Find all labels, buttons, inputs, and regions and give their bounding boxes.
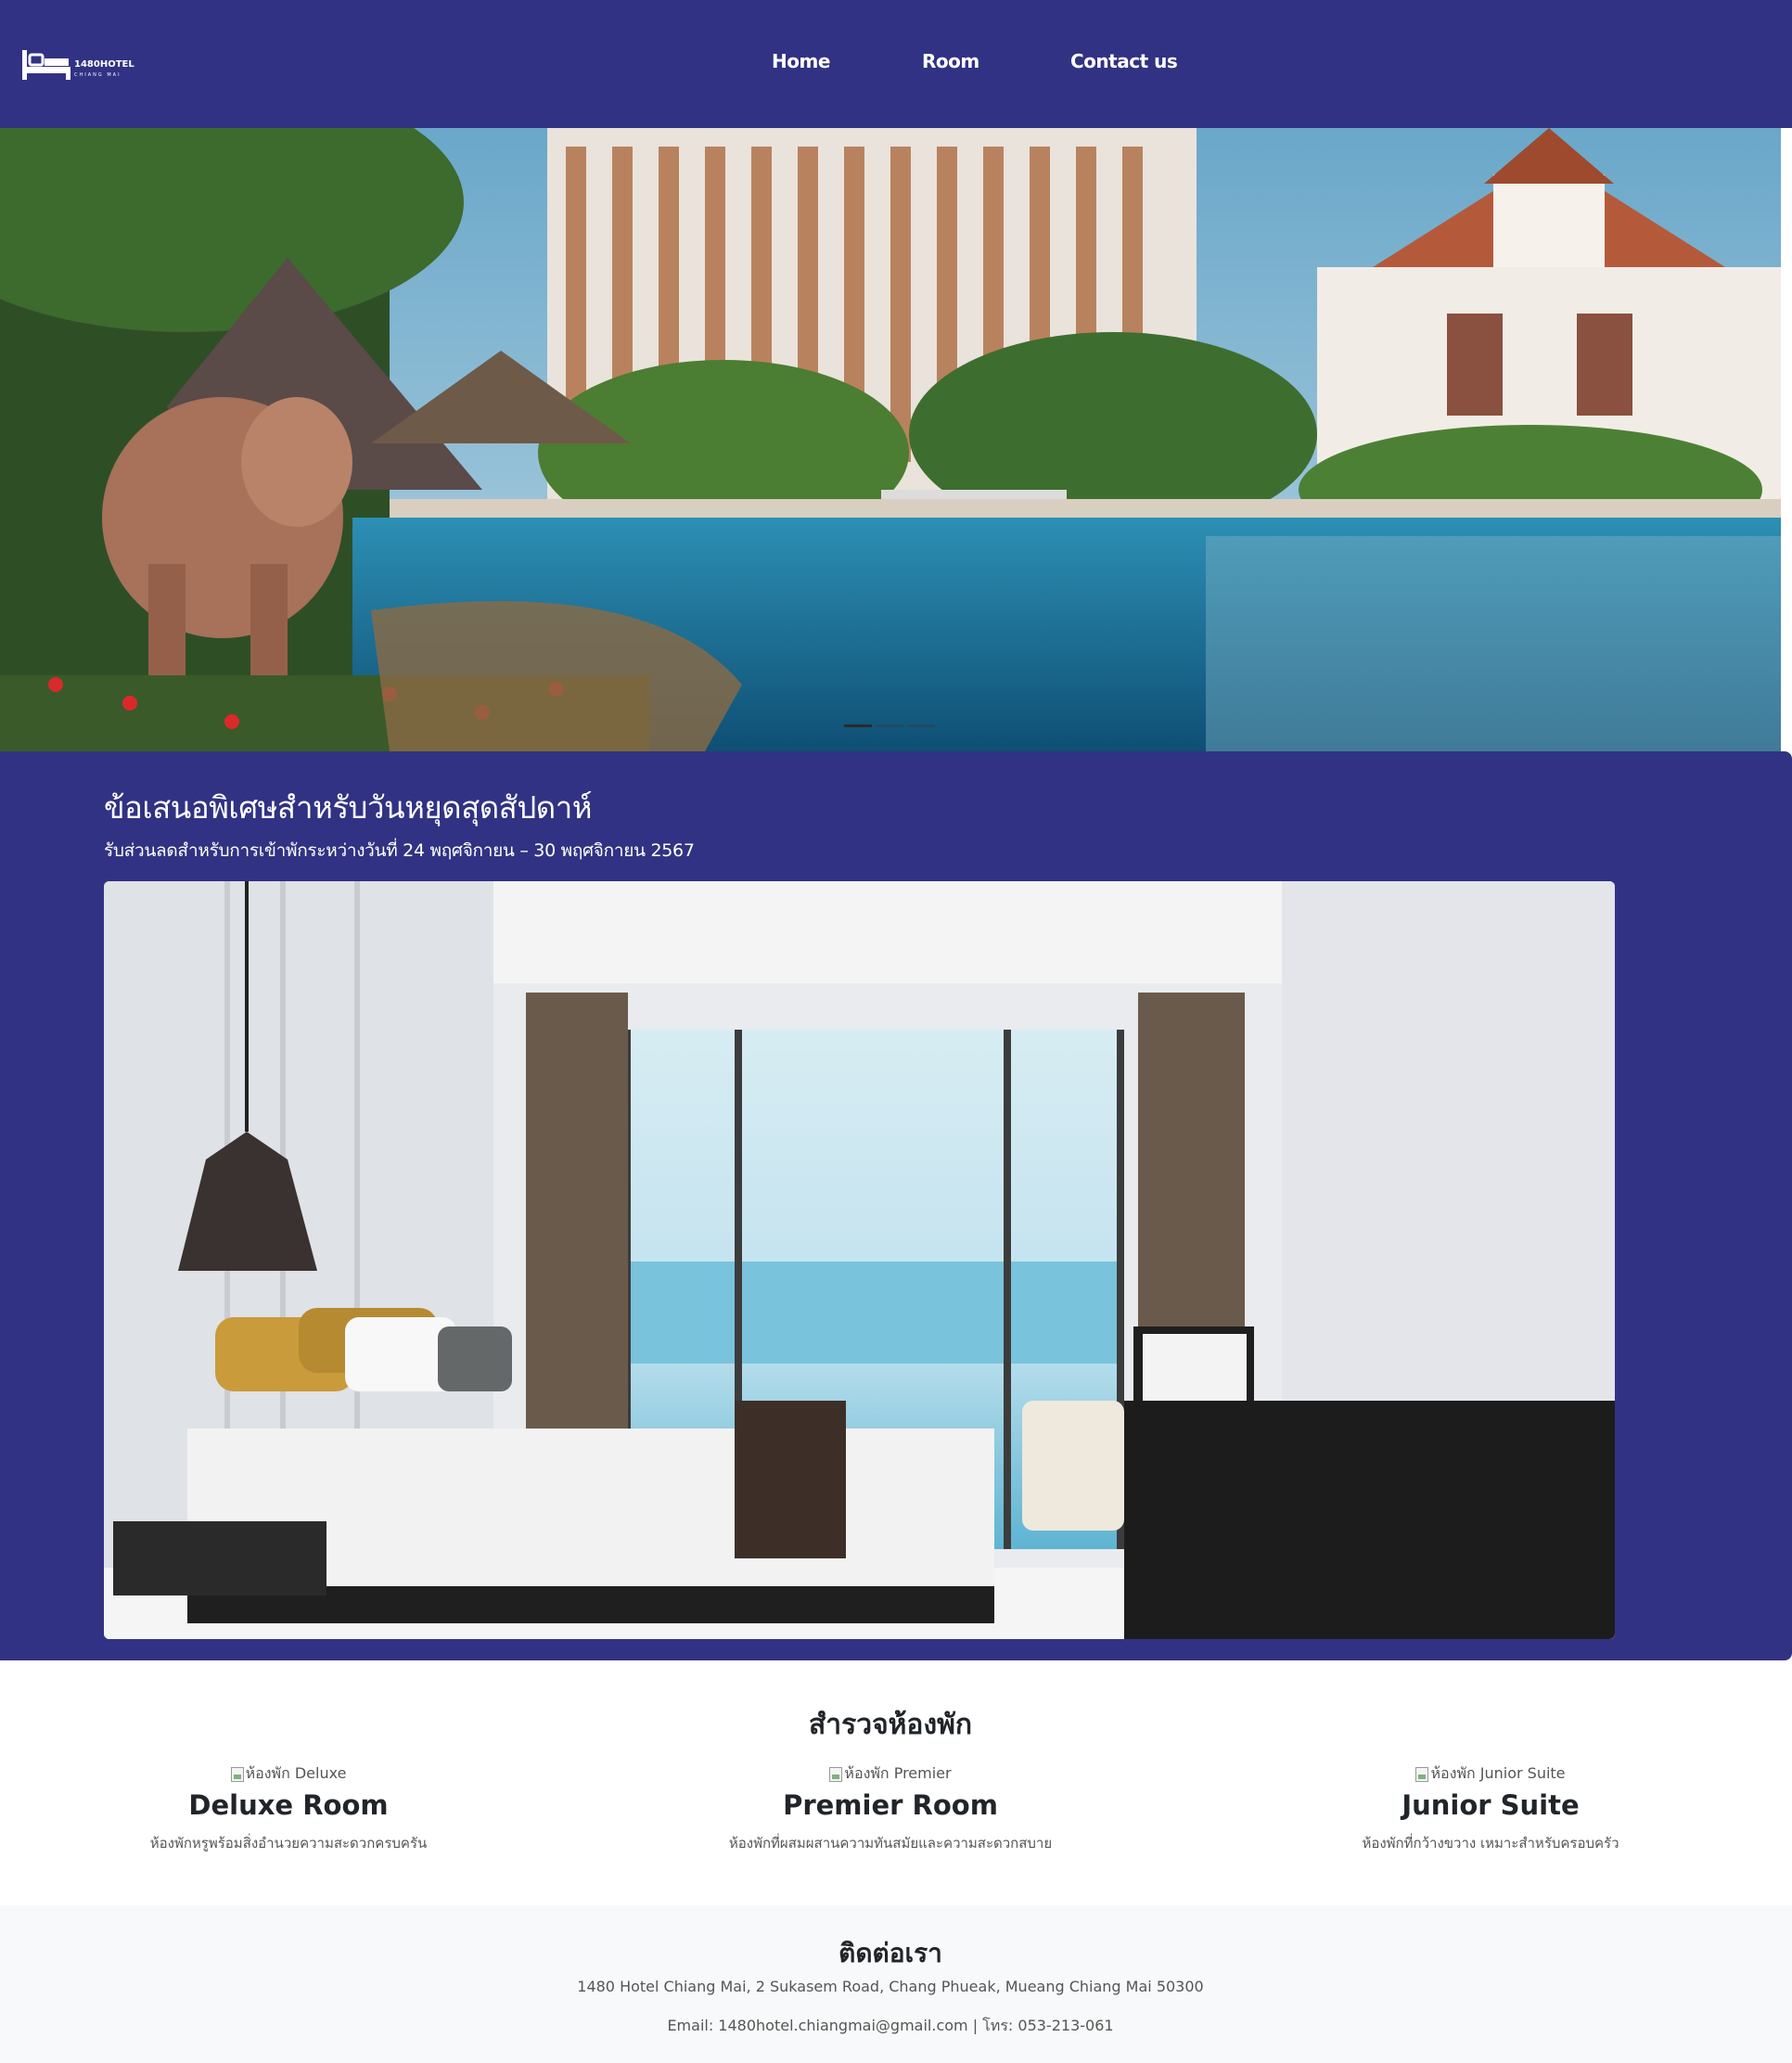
footer: ติดต่อเรา 1480 Hotel Chiang Mai, 2 Sukas… bbox=[0, 1905, 1792, 2063]
nav-link-home[interactable]: Home bbox=[772, 50, 830, 72]
nav-link-room[interactable]: Room bbox=[922, 50, 979, 72]
room-image-alt: ห้องพัก Premier bbox=[844, 1764, 952, 1782]
room-description: ห้องพักที่กว้างขวาง เหมาะสำหรับครอบครัว bbox=[1362, 1835, 1619, 1852]
footer-contact-info: Email: 1480hotel.chiangmai@gmail.com | โ… bbox=[667, 2017, 1114, 2034]
promo-title: ข้อเสนอพิเศษสำหรับวันหยุดสุดสัปดาห์ bbox=[104, 789, 593, 826]
room-description: ห้องพักที่ผสมผสานความทันสมัยและความสะดวก… bbox=[728, 1835, 1053, 1852]
promo-room-image bbox=[104, 881, 1615, 1639]
footer-title: ติดต่อเรา bbox=[838, 1938, 942, 1968]
room-image-deluxe: ห้องพัก Deluxe bbox=[230, 1762, 347, 1786]
nav-link-contact-us[interactable]: Contact us bbox=[1070, 50, 1178, 72]
room-image-alt: ห้องพัก Junior Suite bbox=[1430, 1764, 1566, 1782]
carousel-indicator-3[interactable] bbox=[907, 724, 935, 727]
room-card-junior-suite[interactable]: ห้องพัก Junior Suite Junior Suite ห้องพั… bbox=[1212, 1762, 1769, 1854]
carousel-indicator-2[interactable] bbox=[876, 724, 903, 727]
footer-address: 1480 Hotel Chiang Mai, 2 Sukasem Road, C… bbox=[577, 1978, 1204, 1995]
room-card-premier[interactable]: ห้องพัก Premier Premier Room ห้องพักที่ผ… bbox=[612, 1762, 1169, 1854]
room-description: ห้องพักหรูพร้อมสิ่งอำนวยความสะดวกครบครัน bbox=[149, 1835, 428, 1852]
hero-image bbox=[0, 128, 1781, 751]
broken-image-icon bbox=[829, 1766, 843, 1782]
broken-image-icon bbox=[1415, 1766, 1429, 1782]
rooms-section-title: สำรวจห้องพัก bbox=[808, 1709, 973, 1741]
room-image-alt: ห้องพัก Deluxe bbox=[245, 1764, 347, 1782]
carousel-indicator-1[interactable] bbox=[844, 724, 872, 727]
room-name: Premier Room bbox=[783, 1789, 998, 1821]
hero-carousel[interactable] bbox=[0, 128, 1781, 751]
promo-subtitle: รับส่วนลดสำหรับการเข้าพักระหว่างวันที่ 2… bbox=[104, 840, 695, 861]
nav-links: Home Room Contact us bbox=[0, 50, 1792, 78]
room-name: Junior Suite bbox=[1402, 1789, 1580, 1821]
room-image-premier: ห้องพัก Premier bbox=[829, 1762, 952, 1786]
room-card-deluxe[interactable]: ห้องพัก Deluxe Deluxe Room ห้องพักหรูพร้… bbox=[10, 1762, 567, 1854]
room-image-junior-suite: ห้องพัก Junior Suite bbox=[1415, 1762, 1566, 1786]
room-name: Deluxe Room bbox=[188, 1789, 389, 1821]
promo-section: ข้อเสนอพิเศษสำหรับวันหยุดสุดสัปดาห์ รับส… bbox=[0, 751, 1792, 1660]
broken-image-icon bbox=[230, 1766, 244, 1782]
navbar: 1480HOTEL CHIANG MAI Home Room Contact u… bbox=[0, 0, 1792, 128]
